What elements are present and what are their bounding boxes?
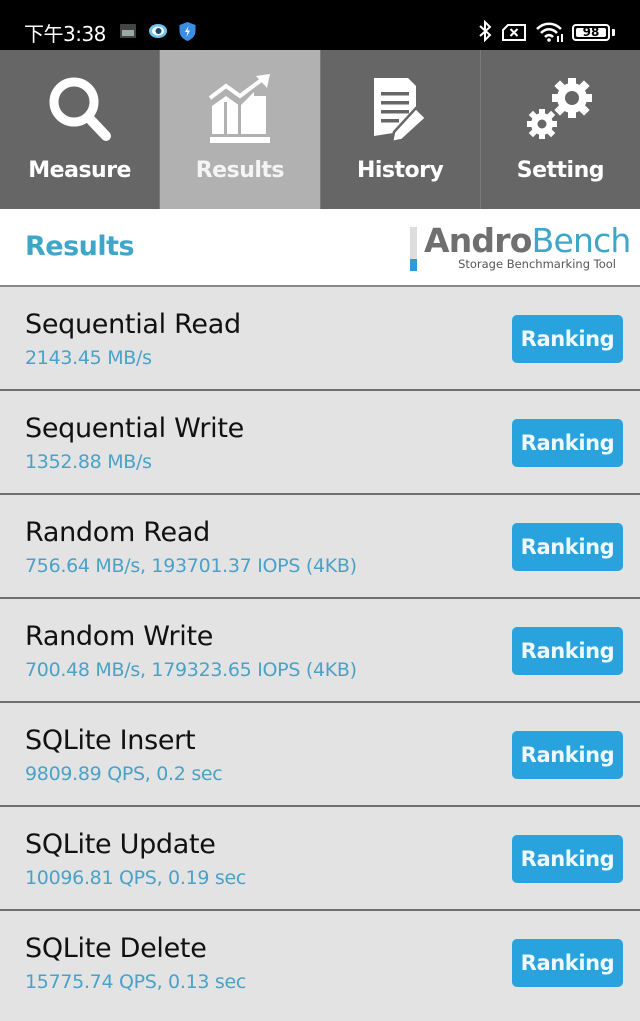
tab-measure[interactable]: Measure <box>0 50 161 209</box>
result-row-random-read: Random Read 756.64 MB/s, 193701.37 IOPS … <box>0 495 640 599</box>
result-value: 15775.74 QPS, 0.13 sec <box>25 971 247 993</box>
result-value: 1352.88 MB/s <box>25 451 152 473</box>
result-name: Random Read <box>25 517 210 548</box>
result-name: SQLite Insert <box>25 725 196 756</box>
logo-bar-grey <box>410 227 417 259</box>
result-row-random-write: Random Write 700.48 MB/s, 179323.65 IOPS… <box>0 599 640 703</box>
tab-label: Results <box>195 158 285 183</box>
result-name: Sequential Write <box>25 413 244 444</box>
results-header: Results AndroBench Storage Benchmarking … <box>0 209 640 287</box>
logo-text: AndroBench <box>424 221 631 260</box>
result-value: 10096.81 QPS, 0.19 sec <box>25 867 247 889</box>
result-value: 2143.45 MB/s <box>25 347 152 369</box>
tab-bar: Measure Results History Setting <box>0 50 640 209</box>
result-row-sqlite-insert: SQLite Insert 9809.89 QPS, 0.2 sec Ranki… <box>0 703 640 807</box>
result-row-sequential-read: Sequential Read 2143.45 MB/s Ranking <box>0 287 640 391</box>
chart-trend-icon <box>208 74 270 143</box>
wifi-icon <box>536 22 563 42</box>
magnifier-icon <box>49 77 111 141</box>
ranking-button[interactable]: Ranking <box>512 835 623 883</box>
tab-results[interactable]: Results <box>160 50 321 209</box>
eye-app-icon <box>149 24 167 38</box>
result-value: 700.48 MB/s, 179323.65 IOPS (4KB) <box>25 659 357 681</box>
results-list: Sequential Read 2143.45 MB/s Ranking Seq… <box>0 287 640 1015</box>
androbench-logo: AndroBench Storage Benchmarking Tool <box>410 221 631 273</box>
result-row-sequential-write: Sequential Write 1352.88 MB/s Ranking <box>0 391 640 495</box>
logo-andro: Andro <box>424 221 532 260</box>
status-time: 下午3:38 <box>24 22 106 46</box>
logo-bar-blue <box>410 259 417 271</box>
tab-label: Measure <box>28 158 131 183</box>
bluetooth-icon <box>479 20 492 42</box>
shield-icon <box>179 22 196 41</box>
ranking-button[interactable]: Ranking <box>512 523 623 571</box>
result-name: Random Write <box>25 621 214 652</box>
tab-label: History <box>356 158 444 183</box>
ranking-button[interactable]: Ranking <box>512 419 623 467</box>
logo-subtitle: Storage Benchmarking Tool <box>458 257 616 271</box>
battery-icon: 98 <box>572 24 610 41</box>
result-row-sqlite-update: SQLite Update 10096.81 QPS, 0.19 sec Ran… <box>0 807 640 911</box>
result-name: SQLite Delete <box>25 933 207 964</box>
document-edit-icon <box>374 78 428 144</box>
result-value: 756.64 MB/s, 193701.37 IOPS (4KB) <box>25 555 357 577</box>
status-bar: 下午3:38 98 <box>0 0 640 50</box>
page-title: Results <box>25 231 135 262</box>
gears-icon <box>527 78 593 139</box>
result-row-sqlite-delete: SQLite Delete 15775.74 QPS, 0.13 sec Ran… <box>0 911 640 1015</box>
tab-history[interactable]: History <box>320 50 481 209</box>
ranking-button[interactable]: Ranking <box>512 315 623 363</box>
battery-cap <box>612 29 615 36</box>
battery-level: 98 <box>582 25 600 39</box>
result-name: SQLite Update <box>25 829 216 860</box>
no-sim-icon <box>502 24 526 41</box>
result-name: Sequential Read <box>25 309 241 340</box>
ranking-button[interactable]: Ranking <box>512 731 623 779</box>
result-value: 9809.89 QPS, 0.2 sec <box>25 763 223 785</box>
ranking-button[interactable]: Ranking <box>512 939 623 987</box>
logo-bench: Bench <box>531 221 632 260</box>
sim-card-icon <box>120 24 136 38</box>
tab-label: Setting <box>516 158 605 183</box>
tab-setting[interactable]: Setting <box>480 50 640 209</box>
ranking-button[interactable]: Ranking <box>512 627 623 675</box>
